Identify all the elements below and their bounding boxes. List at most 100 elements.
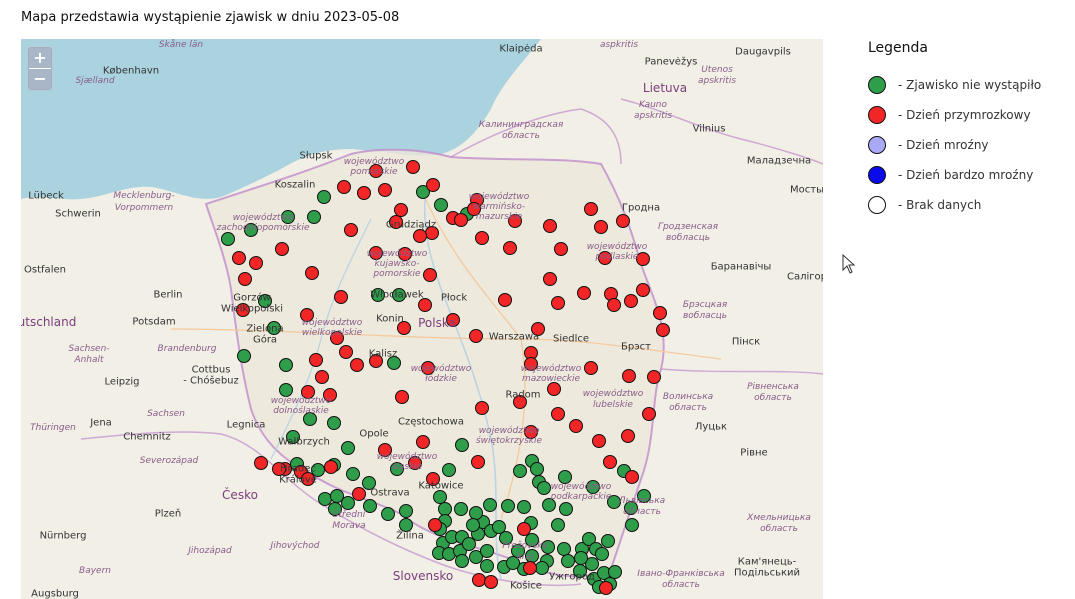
station-marker[interactable] [506, 556, 520, 570]
station-marker[interactable] [637, 489, 651, 503]
station-marker[interactable] [395, 390, 409, 404]
station-marker[interactable] [303, 412, 317, 426]
station-marker[interactable] [586, 480, 600, 494]
station-marker[interactable] [603, 455, 617, 469]
station-marker[interactable] [369, 354, 383, 368]
station-marker[interactable] [301, 385, 315, 399]
station-marker[interactable] [433, 490, 447, 504]
station-marker[interactable] [561, 554, 575, 568]
station-marker[interactable] [592, 434, 606, 448]
station-marker[interactable] [530, 462, 544, 476]
station-marker[interactable] [525, 549, 539, 563]
station-marker[interactable] [352, 487, 366, 501]
station-marker[interactable] [258, 294, 272, 308]
station-marker[interactable] [547, 382, 561, 396]
station-marker[interactable] [621, 429, 635, 443]
station-marker[interactable] [390, 462, 404, 476]
station-marker[interactable] [469, 506, 483, 520]
station-marker[interactable] [426, 472, 440, 486]
station-marker[interactable] [543, 219, 557, 233]
station-marker[interactable] [399, 504, 413, 518]
zoom-in-button[interactable]: + [29, 48, 51, 68]
station-marker[interactable] [480, 544, 494, 558]
station-marker[interactable] [317, 190, 331, 204]
station-marker[interactable] [625, 518, 639, 532]
station-marker[interactable] [275, 242, 289, 256]
station-marker[interactable] [418, 298, 432, 312]
station-marker[interactable] [480, 559, 494, 573]
station-marker[interactable] [537, 481, 551, 495]
station-marker[interactable] [454, 502, 468, 516]
station-marker[interactable] [531, 322, 545, 336]
station-marker[interactable] [237, 349, 251, 363]
zoom-control[interactable]: + − [28, 47, 52, 90]
station-marker[interactable] [513, 395, 527, 409]
station-marker[interactable] [413, 229, 427, 243]
station-marker[interactable] [501, 499, 515, 513]
station-marker[interactable] [249, 256, 263, 270]
station-marker[interactable] [577, 286, 591, 300]
station-marker[interactable] [300, 308, 314, 322]
station-marker[interactable] [573, 564, 587, 578]
station-marker[interactable] [399, 518, 413, 532]
station-marker[interactable] [584, 361, 598, 375]
station-marker[interactable] [471, 455, 485, 469]
station-marker[interactable] [551, 518, 565, 532]
station-marker[interactable] [524, 425, 538, 439]
station-marker[interactable] [344, 223, 358, 237]
station-marker[interactable] [363, 499, 377, 513]
station-marker[interactable] [341, 441, 355, 455]
station-marker[interactable] [357, 186, 371, 200]
station-marker[interactable] [607, 298, 621, 312]
station-marker[interactable] [232, 251, 246, 265]
station-marker[interactable] [595, 547, 609, 561]
station-marker[interactable] [369, 246, 383, 260]
station-marker[interactable] [392, 288, 406, 302]
station-marker[interactable] [423, 268, 437, 282]
station-marker[interactable] [408, 456, 422, 470]
station-marker[interactable] [622, 369, 636, 383]
station-marker[interactable] [559, 502, 573, 516]
station-marker[interactable] [378, 183, 392, 197]
station-marker[interactable] [455, 438, 469, 452]
station-marker[interactable] [328, 502, 342, 516]
station-marker[interactable] [315, 370, 329, 384]
station-marker[interactable] [272, 462, 286, 476]
station-marker[interactable] [483, 498, 497, 512]
station-marker[interactable] [535, 561, 549, 575]
station-marker[interactable] [318, 492, 332, 506]
station-marker[interactable] [244, 223, 258, 237]
station-marker[interactable] [307, 210, 321, 224]
station-marker[interactable] [647, 370, 661, 384]
station-marker[interactable] [469, 329, 483, 343]
station-marker[interactable] [339, 345, 353, 359]
station-marker[interactable] [525, 533, 539, 547]
station-marker[interactable] [406, 160, 420, 174]
station-marker[interactable] [503, 241, 517, 255]
station-marker[interactable] [508, 214, 522, 228]
station-marker[interactable] [608, 565, 622, 579]
zoom-out-button[interactable]: − [29, 68, 51, 89]
station-marker[interactable] [466, 518, 480, 532]
station-marker[interactable] [557, 542, 571, 556]
station-marker[interactable] [327, 416, 341, 430]
station-marker[interactable] [498, 293, 512, 307]
station-marker[interactable] [362, 476, 376, 490]
station-marker[interactable] [428, 518, 442, 532]
station-marker[interactable] [653, 306, 667, 320]
station-marker[interactable] [513, 464, 527, 478]
station-marker[interactable] [472, 573, 486, 587]
station-marker[interactable] [286, 430, 300, 444]
station-marker[interactable] [598, 251, 612, 265]
station-marker[interactable] [324, 460, 338, 474]
station-marker[interactable] [394, 203, 408, 217]
station-marker[interactable] [574, 551, 588, 565]
station-marker[interactable] [442, 463, 456, 477]
station-marker[interactable] [371, 288, 385, 302]
station-marker[interactable] [607, 495, 621, 509]
station-marker[interactable] [642, 407, 656, 421]
station-marker[interactable] [346, 467, 360, 481]
station-marker[interactable] [438, 502, 452, 516]
station-marker[interactable] [309, 353, 323, 367]
station-marker[interactable] [524, 357, 538, 371]
